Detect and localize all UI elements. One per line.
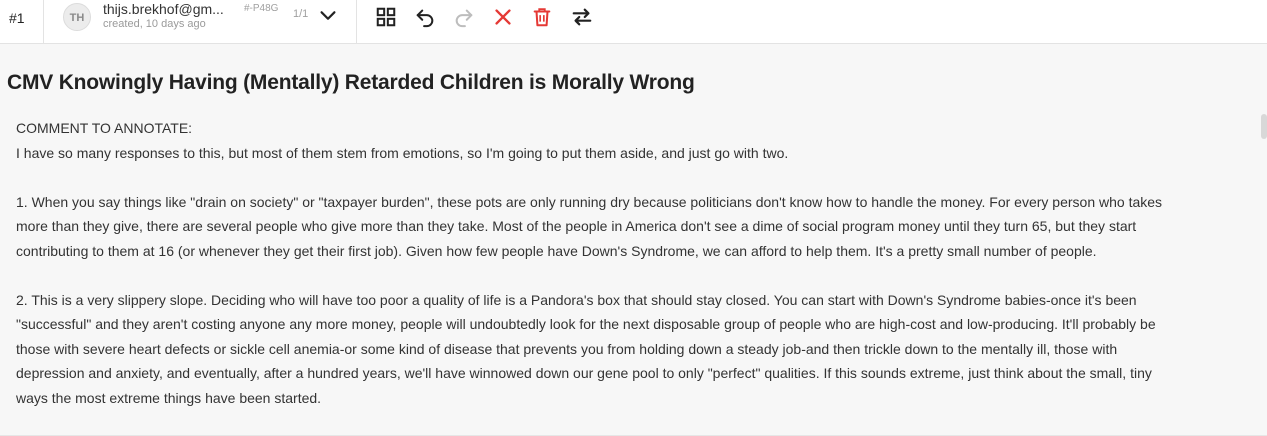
close-icon[interactable] xyxy=(492,6,514,28)
annotation-count: 1/1 xyxy=(293,8,309,20)
comment-line: I have so many responses to this, but mo… xyxy=(16,144,789,161)
grid-view-icon[interactable] xyxy=(375,6,397,28)
comment-line: 1. When you say things like "drain on so… xyxy=(16,193,1163,210)
swap-icon[interactable] xyxy=(571,6,593,28)
created-timestamp: created, 10 days ago xyxy=(103,18,206,30)
comment-line: ways the most extreme things have been s… xyxy=(16,389,322,406)
scrollbar[interactable] xyxy=(1261,114,1267,139)
comment-line: those with severe heart defects or sickl… xyxy=(16,340,1118,357)
avatar: TH xyxy=(63,3,91,31)
annotator-email: thijs.brekhof@gm... xyxy=(103,1,224,17)
comment-line: "successful" and they aren't costing any… xyxy=(16,316,1156,332)
annotation-selector[interactable]: TH thijs.brekhof@gm... created, 10 days … xyxy=(45,0,357,43)
redo-icon[interactable] xyxy=(453,6,475,28)
comment-text[interactable]: COMMENT TO ANNOTATE: I have so many resp… xyxy=(16,116,1267,410)
task-id: #1 xyxy=(0,0,44,43)
comment-line: 2. This is a very slippery slope. Decidi… xyxy=(16,291,1137,308)
annotation-toolbar: #1 TH thijs.brekhof@gm... created, 10 da… xyxy=(0,0,1267,44)
comment-line: contributing to them at 16 (or whenever … xyxy=(16,242,1097,259)
comment-body: I have so many responses to this, but mo… xyxy=(16,141,1267,411)
delete-icon[interactable] xyxy=(531,6,553,28)
chevron-down-icon[interactable] xyxy=(317,5,339,27)
comment-line: more than they give, there are several p… xyxy=(16,218,1137,234)
comment-label: COMMENT TO ANNOTATE: xyxy=(16,120,193,136)
undo-icon[interactable] xyxy=(414,6,436,28)
annotation-code: #-P48G xyxy=(244,3,279,14)
comment-line: depression and anxiety, and eventually, … xyxy=(16,365,1152,381)
page-title: CMV Knowingly Having (Mentally) Retarded… xyxy=(7,71,695,94)
annotation-content: CMV Knowingly Having (Mentally) Retarded… xyxy=(0,44,1267,436)
